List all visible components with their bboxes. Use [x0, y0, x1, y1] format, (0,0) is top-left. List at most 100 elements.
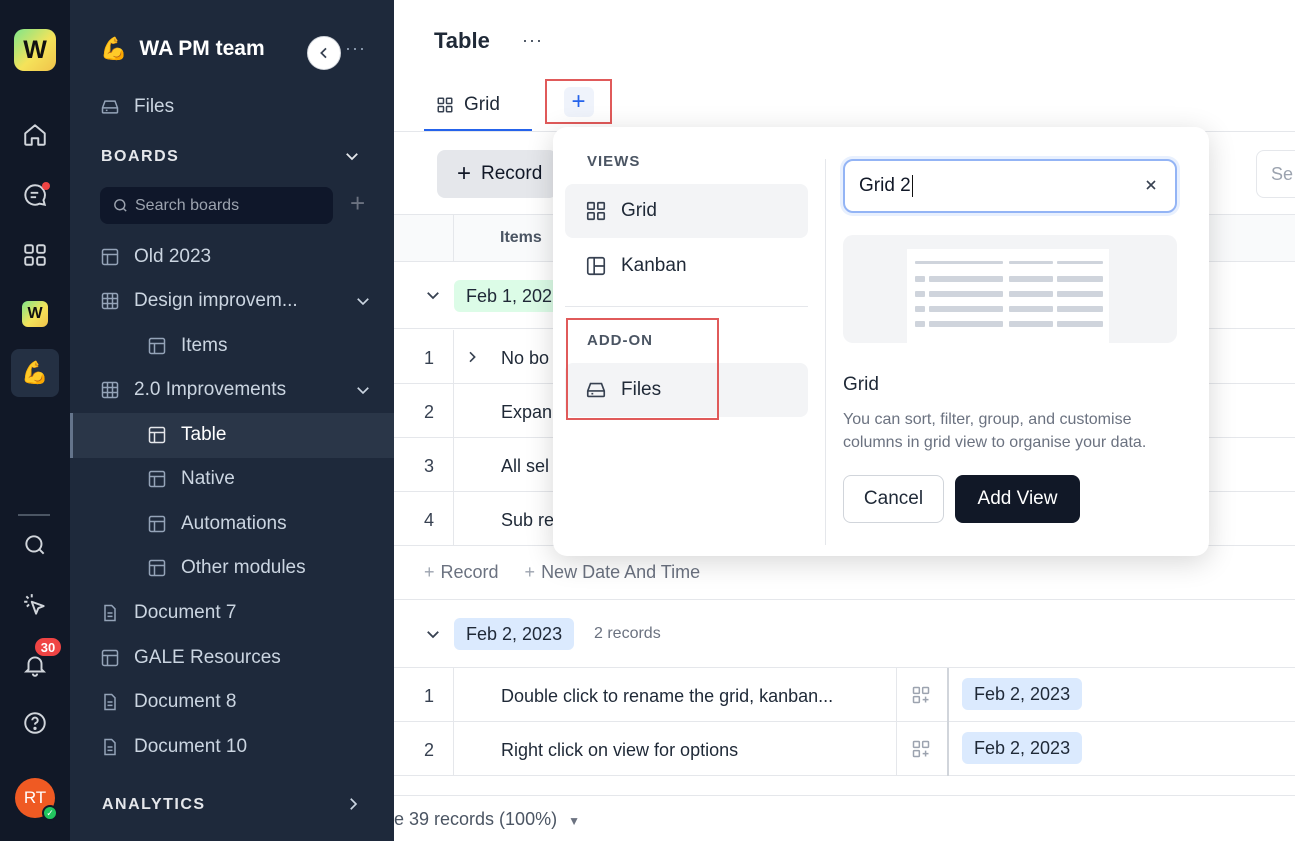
pointer-button[interactable]	[11, 581, 59, 629]
row-number: 3	[424, 456, 435, 476]
chevron-down-icon[interactable]	[354, 292, 372, 310]
cancel-button[interactable]: Cancel	[843, 475, 944, 523]
add-record-link-label: Record	[440, 562, 499, 582]
sidebar-item-items[interactable]: Items	[147, 326, 227, 366]
sidebar-item-label: Design improvem...	[134, 290, 298, 311]
row-number: 2	[424, 402, 435, 422]
sidebar-item-label: Document 10	[134, 736, 248, 757]
row-item-text[interactable]: Right click on view for options	[501, 740, 738, 761]
add-view-button[interactable]: +	[545, 79, 612, 124]
analytics-section-title[interactable]: ANALYTICS	[102, 796, 206, 814]
close-icon[interactable]	[1143, 177, 1159, 193]
chat-unread-dot	[42, 182, 50, 190]
search-boards-input[interactable]: Search boards	[100, 187, 333, 224]
sidebar-item-old-2023[interactable]: Old 2023	[100, 237, 211, 277]
team-workspace-button[interactable]: 💪	[11, 349, 59, 397]
add-subitem-icon[interactable]	[911, 739, 931, 759]
chevron-left-icon	[320, 47, 327, 59]
sidebar-item-gale-resources[interactable]: GALE Resources	[100, 638, 281, 678]
chat-button[interactable]	[11, 171, 59, 219]
row-item-text[interactable]: No bo	[501, 348, 549, 369]
help-button[interactable]	[11, 699, 59, 747]
apps-button[interactable]	[11, 231, 59, 279]
chevron-down-icon[interactable]	[343, 147, 361, 165]
sidebar-item-label: Old 2023	[134, 246, 212, 267]
chevron-down-icon[interactable]	[424, 625, 442, 643]
sidebar-item-document-10[interactable]: Document 10	[100, 727, 247, 767]
sidebar-item-label: GALE Resources	[134, 647, 281, 668]
sidebar-active-highlight	[70, 413, 394, 458]
column-header-items[interactable]: Items	[500, 229, 542, 247]
page-title[interactable]: Table	[434, 28, 490, 54]
sidebar: 💪 WA PM team ··· Files BOARDS Search boa…	[70, 0, 394, 841]
view-option-grid[interactable]: Grid	[565, 184, 808, 238]
sidebar-item-label: Document 7	[134, 602, 237, 623]
row-item-text[interactable]: All sel	[501, 456, 549, 477]
column-divider	[453, 214, 454, 262]
search-button[interactable]	[11, 521, 59, 569]
add-view-submit-button[interactable]: Add View	[955, 475, 1080, 523]
chevron-right-icon[interactable]	[464, 349, 480, 365]
sidebar-item-files[interactable]: Files	[100, 87, 174, 127]
plus-icon: +	[524, 562, 536, 582]
sidebar-item-other-modules[interactable]: Other modules	[147, 548, 306, 588]
view-description-title: Grid	[843, 374, 879, 395]
tab-grid[interactable]: Grid	[436, 94, 500, 116]
sidebar-item-native[interactable]: Native	[147, 459, 235, 499]
workspace-w-button[interactable]: W	[11, 290, 59, 338]
view-option-kanban[interactable]: Kanban	[565, 239, 808, 293]
grid-view-preview	[843, 235, 1177, 343]
row-date-badge[interactable]: Feb 2, 2023	[962, 678, 1083, 710]
sidebar-item-2-0-improvements[interactable]: 2.0 Improvements	[100, 370, 286, 410]
boards-section-title[interactable]: BOARDS	[101, 148, 179, 166]
collapse-sidebar-button[interactable]	[307, 36, 341, 70]
text-caret	[911, 175, 913, 197]
preview-sheet	[907, 249, 1109, 343]
table-search-input[interactable]: Se	[1256, 150, 1295, 198]
team-title[interactable]: 💪 WA PM team	[100, 36, 265, 62]
row-date-badge[interactable]: Feb 2, 2023	[962, 732, 1083, 764]
add-subitem-icon[interactable]	[911, 685, 931, 705]
records-summary-label: e 39 records (100%)	[394, 809, 558, 829]
team-name: WA PM team	[139, 37, 265, 60]
view-name-input[interactable]: Grid 2	[843, 159, 1177, 213]
document-icon	[104, 738, 116, 756]
popup-divider	[565, 306, 808, 307]
chevron-down-icon[interactable]	[424, 286, 442, 304]
group-date-badge[interactable]: Feb 1, 202	[454, 280, 565, 312]
add-record-button[interactable]: + Record	[437, 150, 557, 198]
plus-icon: +	[563, 86, 594, 117]
addon-highlight-box	[566, 318, 719, 420]
team-more-button[interactable]: ···	[345, 38, 366, 59]
chevron-down-icon[interactable]	[354, 381, 372, 399]
sidebar-item-table[interactable]: Table	[147, 415, 226, 455]
row-number: 4	[424, 510, 435, 530]
view-option-label: Kanban	[621, 255, 687, 276]
column-divider	[453, 330, 454, 546]
sidebar-item-automations[interactable]: Automations	[147, 504, 287, 544]
row-item-text[interactable]: Sub re	[501, 510, 554, 531]
grid-table-icon	[101, 292, 119, 310]
grid-view-icon	[437, 97, 453, 113]
table-icon	[148, 470, 166, 488]
row-number: 1	[424, 348, 435, 368]
group-date-badge[interactable]: Feb 2, 2023	[454, 618, 575, 650]
row-divider	[394, 599, 1295, 600]
add-record-link[interactable]: + Record	[424, 562, 499, 583]
add-board-button[interactable]: +	[350, 190, 365, 216]
document-icon	[104, 693, 116, 711]
page-more-button[interactable]: ···	[522, 30, 543, 51]
sidebar-item-document-7[interactable]: Document 7	[100, 593, 236, 633]
records-summary[interactable]: e 39 records (100%) ▼	[394, 809, 580, 830]
home-button[interactable]	[11, 111, 59, 159]
add-date-link[interactable]: + New Date And Time	[525, 562, 701, 583]
sidebar-item-design-improvements[interactable]: Design improvem...	[100, 281, 298, 321]
app-logo[interactable]: W	[11, 26, 59, 74]
sidebar-item-document-8[interactable]: Document 8	[100, 682, 236, 722]
row-item-text[interactable]: Double click to rename the grid, kanban.…	[501, 686, 833, 707]
app-rail: W W 💪 30 RT ✓	[0, 0, 70, 841]
sidebar-item-label: Files	[134, 96, 175, 117]
chevron-right-icon[interactable]	[344, 795, 362, 813]
group-add-row: + Record + New Date And Time	[424, 562, 700, 583]
row-item-text[interactable]: Expan	[501, 402, 552, 423]
